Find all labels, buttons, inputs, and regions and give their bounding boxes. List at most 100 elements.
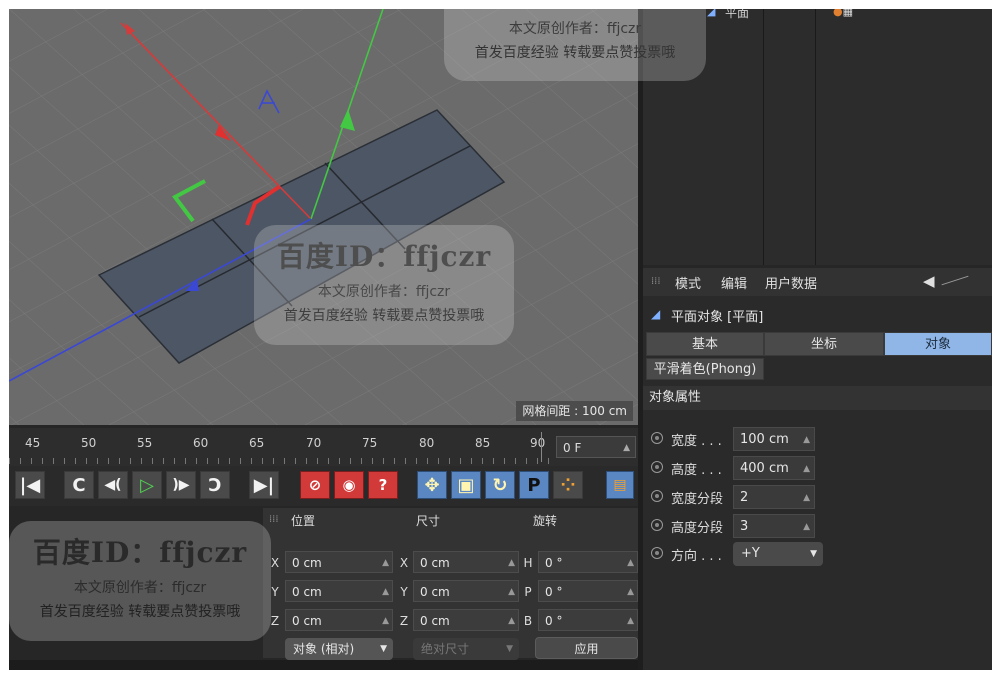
scale-key-button[interactable]: ▣: [451, 471, 481, 499]
rotate-key-button[interactable]: ↻: [485, 471, 515, 499]
transport-toolbar: |◀ C ◀( ▷ )▶ Ɔ ▶| ⊘ ◉ ? ✥ ▣ ↻ P ⁘ ▤: [9, 466, 638, 506]
pos-x-value: 0 cm: [292, 556, 322, 570]
pos-y-field[interactable]: 0 cm▲▼: [285, 580, 393, 619]
orientation-label: 方向 . . .: [671, 549, 722, 564]
status-bar: [9, 660, 638, 670]
chevron-down-icon: ▼: [380, 644, 387, 654]
timeline-tick: 80: [419, 436, 435, 450]
pos-z-field[interactable]: 0 cm▲▼: [285, 609, 393, 648]
height-property: 高度 . . . 400 cm▲▼: [643, 455, 992, 498]
record-keys-icon: ⊘: [308, 476, 322, 494]
key-help-button[interactable]: ?: [368, 471, 398, 499]
width-segments-field[interactable]: 2▲▼: [733, 485, 815, 527]
animate-radio[interactable]: [651, 461, 663, 473]
param-key-button[interactable]: P: [519, 471, 549, 499]
prev-key-icon: C: [72, 474, 86, 496]
watermark-backdrop: [444, 9, 706, 81]
play-icon: ▷: [140, 474, 154, 496]
tab-coord[interactable]: 坐标: [764, 332, 884, 356]
move-key-icon: ✥: [424, 474, 440, 496]
size-z-value: 0 cm: [420, 614, 450, 628]
next-frame-button[interactable]: )▶: [166, 471, 196, 499]
size-z-label: Z: [399, 614, 409, 628]
animate-radio[interactable]: [651, 432, 663, 444]
pos-y-value: 0 cm: [292, 585, 322, 599]
object-properties-header: 对象属性: [643, 386, 992, 410]
pos-x-field[interactable]: 0 cm▲▼: [285, 551, 393, 590]
menu-user-data[interactable]: 用户数据: [765, 273, 817, 292]
rot-p-label: P: [524, 585, 532, 599]
menu-edit[interactable]: 编辑: [721, 273, 747, 292]
coordinate-mode-dropdown[interactable]: 对象 (相对) ▼: [285, 638, 393, 660]
width-field[interactable]: 100 cm▲▼: [733, 427, 815, 469]
rot-h-value: 0 °: [545, 556, 563, 570]
prev-key-button[interactable]: C: [64, 471, 94, 499]
watermark-backdrop: [9, 521, 271, 641]
rot-p-field[interactable]: 0 °▲▼: [538, 580, 638, 619]
orientation-dropdown[interactable]: +Y ▼: [733, 542, 823, 566]
next-key-button[interactable]: Ɔ: [200, 471, 230, 499]
prev-frame-button[interactable]: ◀(: [98, 471, 128, 499]
animate-radio[interactable]: [651, 490, 663, 502]
material-tag-icon[interactable]: ●▦: [833, 9, 853, 18]
object-row[interactable]: ◢ 平面: [693, 9, 813, 23]
height-segments-property: 高度分段 3▲▼: [643, 513, 992, 556]
timeline-ruler[interactable]: 45 50 55 60 65 70 75 80 85 90 0 F ▲▼: [9, 428, 638, 475]
menu-mode[interactable]: 模式: [675, 273, 701, 292]
size-x-value: 0 cm: [420, 556, 450, 570]
size-z-field[interactable]: 0 cm▲▼: [413, 609, 519, 648]
record-keys-button[interactable]: ⊘: [300, 471, 330, 499]
play-button[interactable]: ▷: [132, 471, 162, 499]
film-layout-button[interactable]: ▤: [606, 471, 634, 499]
grip-icon: ⁞⁞⁞: [651, 276, 661, 287]
width-segments-value: 2: [740, 490, 749, 505]
rot-p-value: 0 °: [545, 585, 563, 599]
size-header: 尺寸: [416, 514, 441, 528]
column-divider: [815, 9, 816, 265]
pos-z-value: 0 cm: [292, 614, 322, 628]
apply-button[interactable]: 应用: [535, 637, 638, 659]
current-frame-value: 0 F: [563, 441, 582, 455]
back-arrow-icon[interactable]: ◀: [923, 272, 935, 290]
goto-start-button[interactable]: |◀: [15, 471, 45, 499]
timeline-tick: 45: [25, 436, 41, 450]
coordinate-mode-value: 对象 (相对): [293, 642, 355, 656]
plane-object-icon: ◢: [651, 307, 661, 321]
autokey-button[interactable]: ◉: [334, 471, 364, 499]
size-mode-dropdown[interactable]: 绝对尺寸 ▼: [413, 638, 519, 660]
grip-icon: ⁞⁞⁞: [269, 514, 279, 525]
rot-b-field[interactable]: 0 °▲▼: [538, 609, 638, 648]
animate-radio[interactable]: [651, 519, 663, 531]
scale-key-icon: ▣: [457, 474, 475, 496]
width-property: 宽度 . . . 100 cm▲▼: [643, 426, 992, 469]
timeline-end-marker: [541, 432, 542, 462]
orientation-value: +Y: [741, 546, 760, 561]
point-level-button[interactable]: ⁘: [553, 471, 583, 499]
height-segments-label: 高度分段: [671, 521, 724, 536]
rot-h-label: H: [523, 556, 533, 570]
height-segments-field[interactable]: 3▲▼: [733, 514, 815, 556]
film-strip-icon: ▤: [613, 477, 627, 493]
rotate-key-icon: ↻: [492, 474, 508, 496]
rotation-header: 旋转: [533, 514, 558, 528]
tab-basic[interactable]: 基本: [646, 332, 764, 356]
width-label: 宽度 . . .: [671, 434, 722, 449]
timeline-tick: 65: [249, 436, 265, 450]
key-help-icon: ?: [378, 476, 388, 494]
goto-end-button[interactable]: ▶|: [249, 471, 279, 499]
tab-phong[interactable]: 平滑着色(Phong): [646, 358, 764, 380]
current-frame-field[interactable]: 0 F ▲▼: [556, 436, 636, 475]
timeline-tick: 75: [362, 436, 378, 450]
width-value: 100 cm: [740, 432, 789, 447]
tab-object[interactable]: 对象: [884, 332, 992, 356]
position-header: 位置: [291, 514, 316, 528]
object-name: 平面: [725, 9, 750, 20]
size-y-field[interactable]: 0 cm▲▼: [413, 580, 519, 619]
move-key-button[interactable]: ✥: [417, 471, 447, 499]
rot-b-value: 0 °: [545, 614, 563, 628]
height-field[interactable]: 400 cm▲▼: [733, 456, 815, 498]
size-x-field[interactable]: 0 cm▲▼: [413, 551, 519, 590]
animate-radio[interactable]: [651, 547, 663, 559]
object-title: 平面对象 [平面]: [671, 310, 764, 325]
rot-h-field[interactable]: 0 °▲▼: [538, 551, 638, 590]
